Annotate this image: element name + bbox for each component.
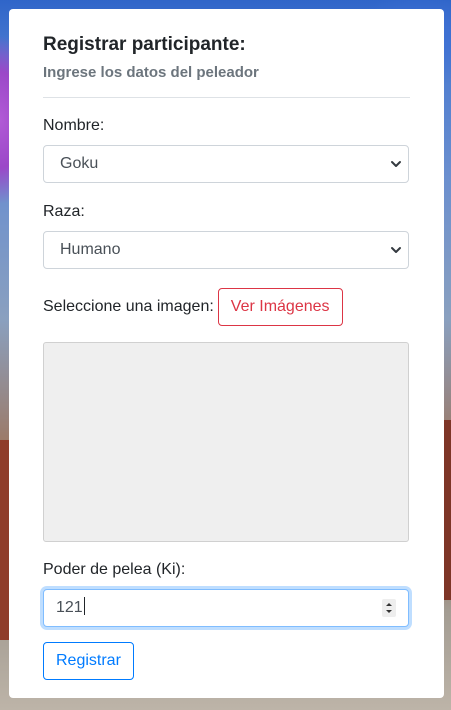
text-caret bbox=[83, 597, 85, 615]
raza-label: Raza: bbox=[43, 203, 85, 220]
ki-input-value: 121 bbox=[56, 599, 83, 616]
nombre-label: Nombre: bbox=[43, 117, 105, 134]
image-select-row: Seleccione una imagen: Ver Imágenes bbox=[43, 288, 410, 326]
registrar-button[interactable]: Registrar bbox=[43, 642, 134, 680]
imagen-label: Seleccione una imagen: bbox=[43, 298, 214, 315]
form-title: Registrar participante: bbox=[43, 34, 246, 55]
image-preview bbox=[43, 342, 409, 542]
spinner-icon[interactable] bbox=[382, 599, 396, 617]
raza-select[interactable]: Humano bbox=[43, 231, 409, 269]
ki-input[interactable]: 121 bbox=[43, 589, 409, 627]
nombre-select[interactable]: Goku bbox=[43, 145, 409, 183]
chevron-down-icon bbox=[391, 161, 401, 167]
raza-select-value: Humano bbox=[60, 241, 121, 258]
form-subtitle: Ingrese los datos del peleador bbox=[43, 64, 259, 81]
registration-card: Registrar participante: Ingrese los dato… bbox=[9, 9, 444, 698]
chevron-down-icon bbox=[391, 247, 401, 253]
background-building-right bbox=[444, 420, 451, 600]
nombre-select-value: Goku bbox=[60, 155, 99, 172]
ki-label: Poder de pelea (Ki): bbox=[43, 561, 186, 578]
divider bbox=[43, 97, 410, 98]
ver-imagenes-button[interactable]: Ver Imágenes bbox=[217, 288, 343, 326]
